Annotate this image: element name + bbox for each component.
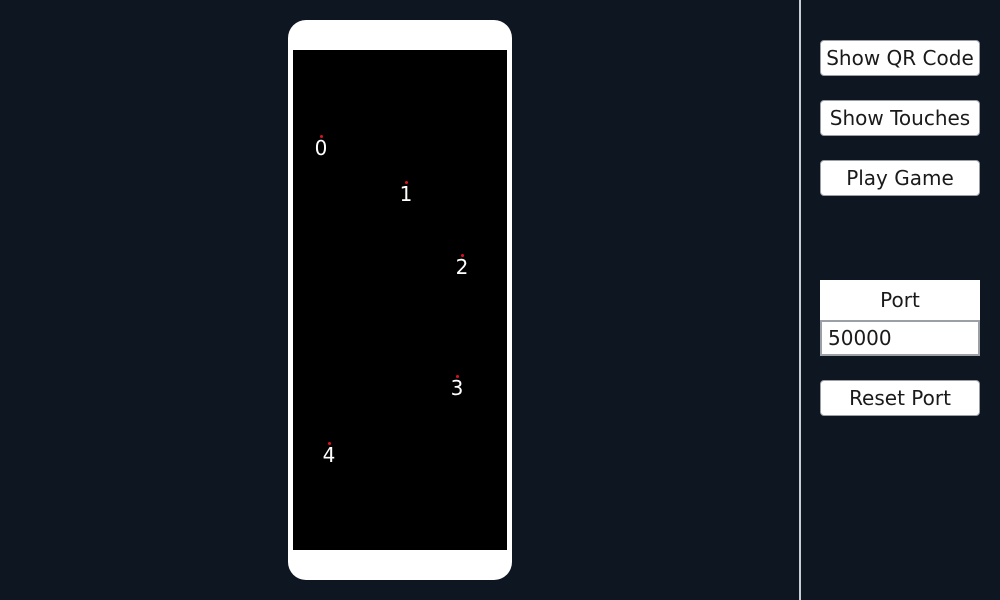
touch-index-label: 4 bbox=[322, 443, 336, 467]
reset-port-button[interactable]: Reset Port bbox=[820, 380, 980, 416]
show-qr-code-button[interactable]: Show QR Code bbox=[820, 40, 980, 76]
touch-index-label: 1 bbox=[399, 182, 413, 206]
port-input[interactable] bbox=[820, 320, 980, 356]
play-game-button[interactable]: Play Game bbox=[820, 160, 980, 196]
port-label: Port bbox=[820, 280, 980, 320]
touch-index-label: 0 bbox=[314, 136, 328, 160]
touch-index-label: 2 bbox=[455, 255, 469, 279]
app-window: 0 1 2 3 4 Show QR Code Show Touches Play… bbox=[0, 0, 1000, 600]
phone-frame: 0 1 2 3 4 bbox=[288, 20, 512, 580]
touch-screen[interactable]: 0 1 2 3 4 bbox=[293, 50, 507, 550]
show-touches-button[interactable]: Show Touches bbox=[820, 100, 980, 136]
touch-index-label: 3 bbox=[450, 376, 464, 400]
panel-divider bbox=[799, 0, 801, 600]
